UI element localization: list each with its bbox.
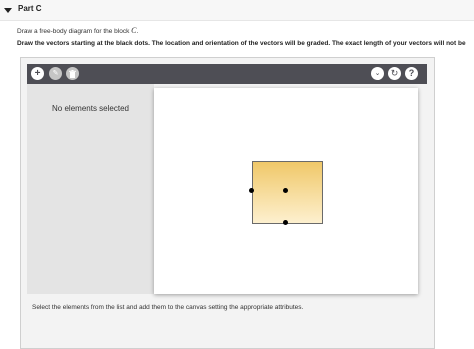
toolbar: + ✎ ⌄ ↻ ? — [27, 64, 427, 84]
no-selection-text: No elements selected — [52, 104, 129, 113]
chevron-down-icon[interactable]: ⌄ — [371, 67, 384, 80]
trash-icon[interactable] — [66, 67, 79, 80]
block-c — [252, 161, 323, 224]
element-list-panel: No elements selected — [27, 84, 154, 294]
instruction-text: Draw a free-body diagram for the block — [17, 28, 132, 35]
collapse-caret-icon[interactable] — [4, 8, 12, 13]
help-icon[interactable]: ? — [405, 67, 418, 80]
instruction-line-1: Draw a free-body diagram for the block C… — [17, 26, 138, 35]
part-header[interactable]: Part C — [0, 0, 474, 21]
fbd-widget: + ✎ ⌄ ↻ ? No elements selected Select th… — [20, 57, 435, 349]
drawing-canvas[interactable] — [154, 88, 418, 294]
instruction-line-2: Draw the vectors starting at the black d… — [17, 40, 466, 47]
instruction-suffix: . — [136, 28, 139, 35]
edit-icon[interactable]: ✎ — [49, 67, 62, 80]
part-title: Part C — [18, 4, 42, 13]
anchor-dot-left[interactable] — [249, 188, 254, 193]
reset-icon[interactable]: ↻ — [388, 67, 401, 80]
status-text: Select the elements from the list and ad… — [32, 304, 304, 311]
add-vector-button[interactable]: + — [31, 67, 44, 80]
anchor-dot-bottom[interactable] — [283, 220, 288, 225]
anchor-dot-center[interactable] — [283, 188, 288, 193]
trash-glyph — [69, 69, 76, 78]
